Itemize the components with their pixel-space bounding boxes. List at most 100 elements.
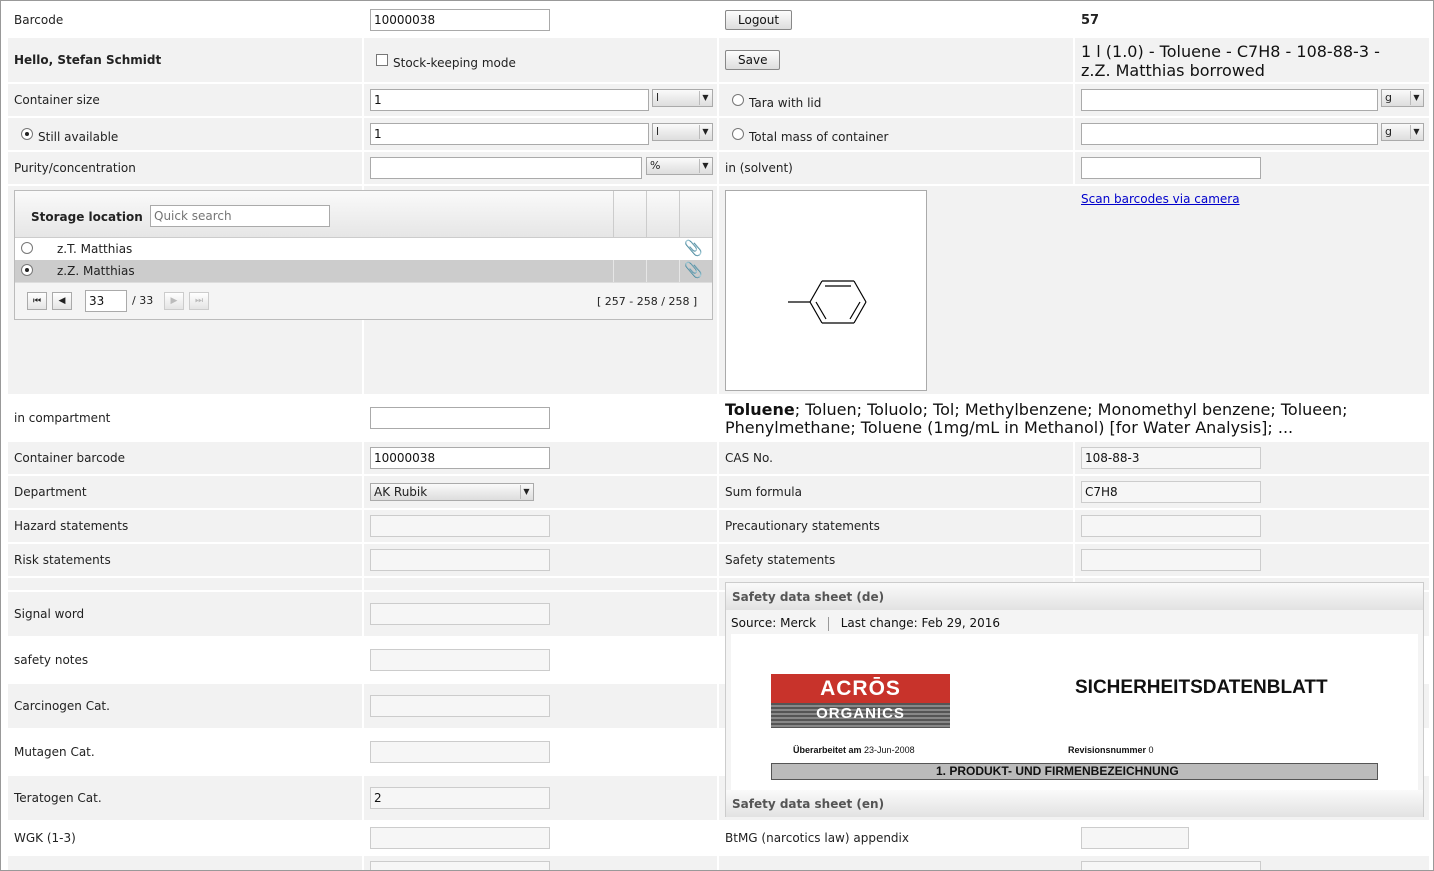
purity-unit-select[interactable]: % ▼ [646,157,713,175]
logout-button[interactable]: Logout [725,10,792,30]
sds-de-header[interactable]: Safety data sheet (de) [726,583,1423,610]
chevron-down-icon: ▼ [699,91,711,105]
still-available-input[interactable] [370,123,649,145]
purity-label: Purity/concentration [14,161,136,175]
total-mass-radio[interactable] [732,128,744,140]
scan-barcodes-link[interactable]: Scan barcodes via camera [1081,192,1240,206]
main-form: Barcode Logout 57 Hello, Stefan Schmidt … [0,0,1434,871]
storage-row-name: z.Z. Matthias [57,264,135,278]
container-barcode-label: Container barcode [14,451,126,465]
meta-divider [827,616,829,631]
grid-pager: ⏮ ◀ / 33 ▶ ⏭ [ 257 - 258 / 258 ] [15,282,712,319]
teratogen-field [370,787,550,809]
chevron-down-icon: ▼ [1410,91,1422,105]
storage-row-radio[interactable] [21,242,33,254]
carcinogen-label: Carcinogen Cat. [14,699,110,713]
grid-header: Storage location [15,191,712,238]
solvent-input[interactable] [1081,157,1261,179]
paperclip-icon[interactable]: 📎 [684,239,703,257]
storage-row-radio[interactable] [21,264,33,276]
cas-field [1081,447,1261,469]
sum-formula-label: Sum formula [725,485,802,499]
synonyms-part-1: ; Toluen; Toluolo; Tol; Methylbenzene; M… [794,400,1348,419]
barcode-label: Barcode [14,13,64,27]
sds-document-preview[interactable]: ACRŌS ORGANICS SICHERHEITSDATENBLATT Übe… [731,634,1418,790]
purity-input[interactable] [370,157,642,179]
tara-unit-select[interactable]: g ▼ [1381,89,1424,107]
container-size-input[interactable] [370,89,649,111]
department-label: Department [14,485,87,499]
total-mass-input[interactable] [1081,123,1378,145]
logo-text-top: ACRŌS [820,677,901,700]
stock-keeping-checkbox[interactable] [376,54,388,66]
last-change-value: Feb 29, 2016 [921,616,1001,630]
container-size-label: Container size [14,93,100,107]
page-number-input[interactable] [85,290,127,312]
last-page-icon[interactable]: ⏭ [189,292,209,310]
revised-date: Überarbeitet am 23-Jun-2008 [793,745,915,755]
cell-divider [646,260,647,282]
container-barcode-input[interactable] [370,447,550,469]
column-divider [1073,442,1075,582]
quick-search-input[interactable] [150,205,330,227]
last-change-label: Last change: [840,616,918,630]
next-page-icon[interactable]: ▶ [164,292,184,310]
save-button[interactable]: Save [725,50,780,70]
total-mass-unit-select[interactable]: g ▼ [1381,123,1424,141]
column-divider [1073,1,1075,186]
btmg-label: BtMG (narcotics law) appendix [725,831,909,845]
safety-statements-field [1081,549,1261,571]
solvent-label: in (solvent) [725,161,793,175]
safety-statements-label: Safety statements [725,553,836,567]
wgk-label: WGK (1-3) [14,831,76,845]
chevron-down-icon: ▼ [699,125,711,139]
compound-names-line-1: Toluene; Toluen; Toluolo; Tol; Methylben… [725,401,1348,419]
stock-keeping-label: Stock-keeping mode [393,56,516,70]
department-select[interactable]: AK Rubik ▼ [370,483,534,501]
sds-section-heading: 1. PRODUKT- UND FIRMENBEZEICHNUNG [771,763,1378,780]
still-available-label: Still available [38,130,119,144]
revision-label: Revisionsnummer [1068,745,1147,755]
grid-column [679,191,680,238]
container-summary: 1 l (1.0) - Toluene - C7H8 - 108-88-3 - … [1081,42,1380,80]
tara-radio[interactable] [732,94,744,106]
teratogen-label: Teratogen Cat. [14,791,102,805]
department-value: AK Rubik [374,485,428,499]
storage-row[interactable]: z.Z. Matthias 📎 [15,260,712,282]
safety-data-sheet-panel: Safety data sheet (de) Source: Merck Las… [725,582,1424,817]
paperclip-icon[interactable]: 📎 [684,261,703,279]
tara-input[interactable] [1081,89,1378,111]
safety-notes-label: safety notes [14,653,89,667]
sds-en-header[interactable]: Safety data sheet (en) [726,790,1423,817]
compartment-label: in compartment [14,411,111,425]
source-value: Merck [780,616,817,630]
storage-row[interactable]: z.T. Matthias 📎 [15,238,712,260]
carcinogen-field [370,695,550,717]
molecule-structure [725,190,927,391]
page-total: / 33 [132,294,154,307]
sds-doc-title: SICHERHEITSDATENBLATT [1075,677,1328,698]
first-page-icon[interactable]: ⏮ [27,292,47,310]
mutagen-field [370,741,550,763]
risk-field [370,549,550,571]
still-available-unit-select[interactable]: l ▼ [652,123,713,141]
prev-page-icon[interactable]: ◀ [52,292,72,310]
source-label: Source: [731,616,777,630]
container-size-unit-select[interactable]: l ▼ [652,89,713,107]
sum-formula-field [1081,481,1261,503]
hazard-label: Hazard statements [14,519,129,533]
storage-location-grid: Storage location z.T. Matthias 📎 z.Z. Ma… [14,190,713,320]
still-available-radio[interactable] [21,128,33,140]
unit-value: l [656,125,660,138]
btmg-field [1081,827,1189,849]
revision-number: Revisionsnummer 0 [1068,745,1154,755]
signal-word-field [370,603,550,625]
barcode-input[interactable] [370,9,550,31]
column-divider [717,1,719,870]
cell-divider [613,260,614,282]
compartment-input[interactable] [370,407,550,429]
acros-logo: ACRŌS ORGANICS [771,674,950,728]
signal-word-label: Signal word [14,607,85,621]
cas-label: CAS No. [725,451,773,465]
chevron-down-icon: ▼ [1410,125,1422,139]
